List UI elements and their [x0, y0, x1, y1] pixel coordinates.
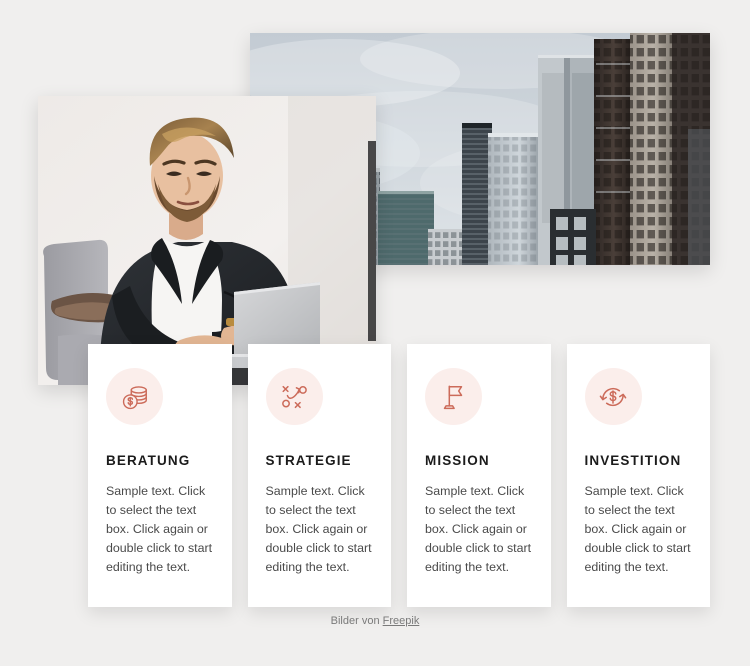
feature-card-investition[interactable]: INVESTITION Sample text. Click to select… — [566, 344, 710, 607]
feature-cards: BERATUNG Sample text. Click to select th… — [88, 344, 710, 607]
card-title: BERATUNG — [106, 453, 191, 468]
card-text: Sample text. Click to select the text bo… — [584, 484, 691, 574]
credit-prefix: Bilder von — [330, 615, 383, 627]
feature-card-beratung[interactable]: BERATUNG Sample text. Click to select th… — [88, 344, 232, 607]
page-root: BERATUNG Sample text. Click to select th… — [0, 0, 750, 666]
feature-card-mission[interactable]: MISSION Sample text. Click to select the… — [407, 344, 551, 607]
card-title: INVESTITION — [584, 453, 682, 468]
coins-stack-icon — [106, 368, 163, 425]
strategy-playbook-icon — [265, 368, 323, 425]
money-refresh-icon — [584, 368, 642, 425]
feature-card-strategie[interactable]: STRATEGIE Sample text. Click to select t… — [247, 344, 391, 607]
card-text: Sample text. Click to select the text bo… — [265, 484, 372, 574]
card-title: STRATEGIE — [265, 453, 352, 468]
card-title: MISSION — [425, 453, 490, 468]
card-text: Sample text. Click to select the text bo… — [425, 484, 532, 574]
freepik-link[interactable]: Freepik — [383, 615, 420, 627]
image-credit: Bilder von Freepik — [0, 615, 750, 627]
card-text: Sample text. Click to select the text bo… — [106, 484, 213, 574]
person-illustration — [38, 96, 376, 385]
flag-icon — [425, 368, 482, 425]
person-photo — [38, 96, 376, 385]
